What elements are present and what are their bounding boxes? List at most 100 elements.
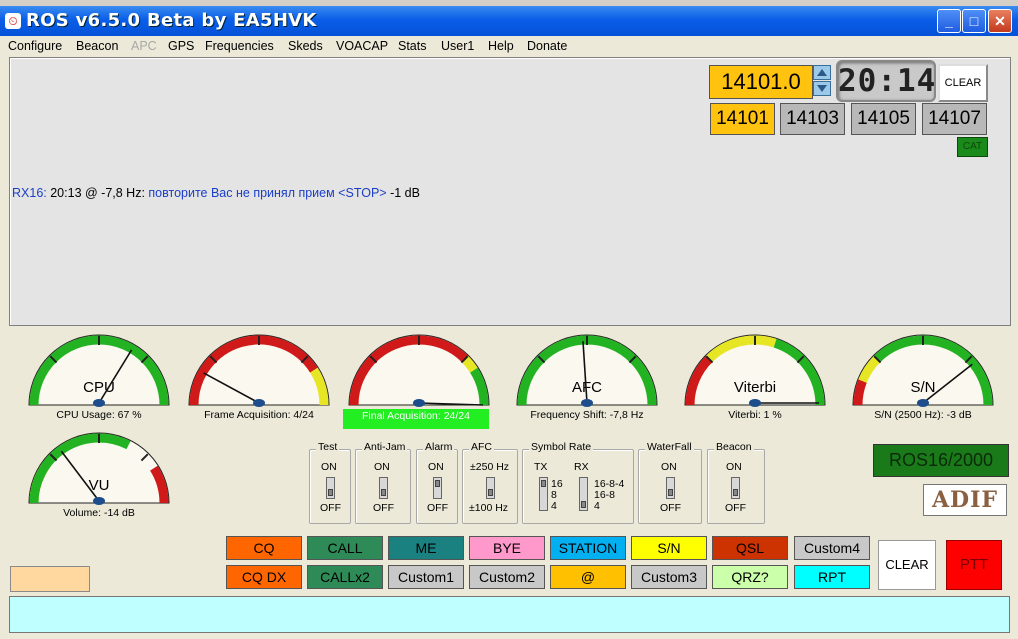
tx-rate-4: 4 [551, 500, 557, 512]
afc-toggle[interactable] [486, 477, 495, 499]
rx-message-line: RX16: 20:13 @ -7,8 Hz: повторите Вас не … [12, 186, 420, 200]
sn-label: S/N [910, 379, 935, 396]
menu-apc: APC [131, 39, 157, 53]
viterbi-meter: Viterbi Viterbi: 1 % [680, 331, 830, 421]
macro-bye-button[interactable]: BYE [469, 536, 545, 560]
cpu-meter: CPU CPU Usage: 67 % [24, 331, 174, 421]
final-acquisition-meter: Final Acquisition: 24/24 [343, 331, 494, 429]
menu-frequencies[interactable]: Frequencies [205, 39, 274, 53]
antijam-toggle[interactable] [379, 477, 388, 499]
clear-rx-button[interactable]: CLEAR [938, 64, 988, 102]
maximize-button[interactable]: □ [962, 9, 986, 33]
menu-donate[interactable]: Donate [527, 39, 567, 53]
ptt-button[interactable]: PTT [946, 540, 1002, 590]
test-on-label: ON [321, 461, 337, 473]
antijam-switch-group: Anti-Jam ON OFF [355, 441, 411, 524]
menu-voacap[interactable]: VOACAP [336, 39, 388, 53]
viterbi-caption: Viterbi: 1 % [728, 409, 782, 421]
macro-me-button[interactable]: ME [388, 536, 464, 560]
test-toggle[interactable] [326, 477, 335, 499]
rx-rate-4: 4 [594, 500, 600, 512]
sn-meter: S/N S/N (2500 Hz): -3 dB [848, 331, 998, 421]
afc-caption: Frequency Shift: -7,8 Hz [530, 409, 644, 421]
beacon-title: Beacon [714, 441, 754, 453]
macro-custom4-button[interactable]: Custom4 [794, 536, 870, 560]
menu-bar: Configure Beacon APC GPS Frequencies Ske… [0, 36, 1018, 56]
alarm-switch-group: Alarm ON OFF [416, 441, 458, 524]
macro-qrz-button[interactable]: QRZ? [712, 565, 788, 589]
menu-beacon[interactable]: Beacon [76, 39, 118, 53]
afc-switch-group: AFC ±250 Hz ±100 Hz [462, 441, 518, 524]
close-button[interactable]: ✕ [988, 9, 1012, 33]
rx-rate-toggle[interactable] [579, 477, 588, 511]
mode-badge[interactable]: ROS16/2000 [873, 444, 1009, 477]
antijam-on-label: ON [374, 461, 390, 473]
sn-caption: S/N (2500 Hz): -3 dB [874, 409, 972, 421]
macro-custom3-button[interactable]: Custom3 [631, 565, 707, 589]
menu-skeds[interactable]: Skeds [288, 39, 323, 53]
alarm-title: Alarm [423, 441, 455, 453]
afc-off-label: ±100 Hz [469, 502, 509, 514]
macro-custom2-button[interactable]: Custom2 [469, 565, 545, 589]
spin-down-icon[interactable] [813, 81, 831, 96]
minimize-button[interactable]: _ [937, 9, 961, 33]
frequency-spinner[interactable] [813, 65, 831, 97]
macro-call-button[interactable]: CALL [307, 536, 383, 560]
macro-qsl-button[interactable]: QSL [712, 536, 788, 560]
beacon-off-label: OFF [725, 502, 746, 514]
viterbi-label: Viterbi [734, 379, 776, 396]
test-switch-group: Test ON OFF [309, 441, 351, 524]
rx-snr: -1 dB [390, 186, 420, 200]
afc-dial: AFC [516, 334, 658, 407]
preset-14101[interactable]: 14101 [710, 103, 775, 135]
clear-tx-button[interactable]: CLEAR [878, 540, 936, 590]
cat-indicator[interactable]: CAT [957, 137, 988, 157]
waterfall-on-label: ON [661, 461, 677, 473]
macro-s-n-button[interactable]: S/N [631, 536, 707, 560]
test-title: Test [316, 441, 340, 453]
frequency-display[interactable]: 14101.0 [709, 65, 813, 99]
macro-custom1-button[interactable]: Custom1 [388, 565, 464, 589]
menu-stats[interactable]: Stats [398, 39, 427, 53]
viterbi-dial: Viterbi [684, 334, 826, 407]
adif-button[interactable]: ADIF [923, 484, 1007, 516]
title-bar: ⏲ ROS v6.5.0 Beta by EA5HVK _ □ ✕ [0, 6, 1018, 36]
afc-meter: AFC Frequency Shift: -7,8 Hz [512, 331, 662, 421]
waterfall-toggle[interactable] [666, 477, 675, 499]
alarm-toggle[interactable] [433, 477, 442, 499]
utc-clock: 20:14 [836, 60, 936, 102]
menu-user1[interactable]: User1 [441, 39, 474, 53]
menu-help[interactable]: Help [488, 39, 514, 53]
waterfall-off-label: OFF [660, 502, 681, 514]
macro-cq-button[interactable]: CQ [226, 536, 302, 560]
macro-station-button[interactable]: STATION [550, 536, 626, 560]
window-title: ROS v6.5.0 Beta by EA5HVK [26, 10, 317, 31]
preset-14107[interactable]: 14107 [922, 103, 987, 135]
spin-up-icon[interactable] [813, 65, 831, 80]
tx-rate-toggle[interactable] [539, 477, 548, 511]
frame-acquisition-dial [188, 334, 330, 407]
macro-callx2-button[interactable]: CALLx2 [307, 565, 383, 589]
frame-acquisition-meter: Frame Acquisition: 4/24 [184, 331, 334, 421]
waterfall-switch-group: WaterFall ON OFF [638, 441, 702, 524]
rx-message: повторите Вас не принял прием <STOP> [148, 186, 387, 200]
vu-dial: VU [28, 432, 170, 505]
callsign-field[interactable] [10, 566, 90, 592]
menu-gps[interactable]: GPS [168, 39, 194, 53]
beacon-toggle[interactable] [731, 477, 740, 499]
symbol-rate-title: Symbol Rate [529, 441, 594, 453]
macro-at-button[interactable]: @ [550, 565, 626, 589]
symbol-rate-group: Symbol Rate TX RX 16 8 4 16-8-4 16-8 4 [522, 441, 634, 524]
beacon-on-label: ON [726, 461, 742, 473]
macro-rpt-button[interactable]: RPT [794, 565, 870, 589]
tx-label: TX [534, 461, 548, 473]
preset-14105[interactable]: 14105 [851, 103, 916, 135]
menu-configure[interactable]: Configure [8, 39, 62, 53]
vu-meter: VU Volume: -14 dB [24, 429, 174, 519]
preset-14103[interactable]: 14103 [780, 103, 845, 135]
tx-text-field[interactable] [9, 596, 1010, 633]
frame-acquisition-caption: Frame Acquisition: 4/24 [204, 409, 314, 421]
rx-time-offset: 20:13 @ -7,8 Hz: [50, 186, 145, 200]
macro-cq-dx-button[interactable]: CQ DX [226, 565, 302, 589]
alarm-on-label: ON [428, 461, 444, 473]
